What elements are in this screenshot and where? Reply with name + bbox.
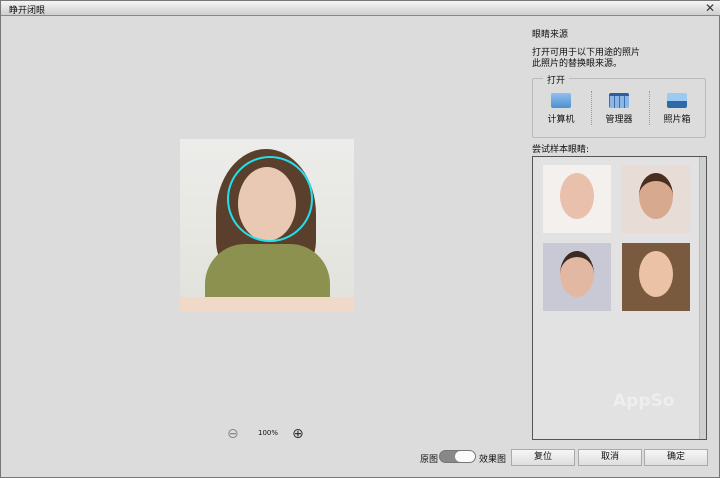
folder-icon	[551, 93, 571, 108]
scrollbar[interactable]	[699, 157, 706, 439]
effect-label: 效果图	[479, 455, 507, 465]
reset-button[interactable]: 复位	[511, 449, 575, 466]
open-organizer-button[interactable]: 管理器	[599, 93, 639, 125]
title-bar: 睁开闭眼 ✕	[1, 1, 720, 16]
close-icon[interactable]: ✕	[705, 1, 715, 15]
window-title: 睁开闭眼	[9, 6, 46, 16]
sample-eye-2[interactable]	[622, 165, 690, 233]
zoom-level: 100%	[258, 429, 279, 437]
option-label: 照片箱	[663, 115, 691, 125]
zoom-in-icon[interactable]: ⊕	[292, 426, 304, 442]
description-line-2: 此照片的替换眼来源。	[532, 59, 623, 69]
original-label: 原图	[420, 455, 439, 465]
face-selection-circle[interactable]	[227, 156, 313, 242]
open-group-label: 打开	[543, 73, 570, 86]
watermark: AppSo	[613, 391, 675, 411]
cancel-button[interactable]: 取消	[578, 449, 642, 466]
open-photo-box-button[interactable]: 照片箱	[657, 93, 697, 125]
open-computer-button[interactable]: 计算机	[541, 93, 581, 125]
samples-label: 尝试样本眼睛:	[532, 145, 590, 155]
sample-eye-3[interactable]	[543, 243, 611, 311]
ok-button[interactable]: 确定	[644, 449, 708, 466]
organizer-icon	[609, 93, 629, 108]
option-label: 计算机	[547, 115, 575, 125]
photo-box-icon	[667, 93, 687, 108]
open-group: 打开 计算机 管理器 照片箱	[532, 73, 706, 138]
eye-source-heading: 眼睛来源	[532, 30, 569, 40]
sample-eye-4[interactable]	[622, 243, 690, 311]
sample-eye-1[interactable]	[543, 165, 611, 233]
preview-image[interactable]	[180, 139, 354, 312]
option-label: 管理器	[605, 115, 633, 125]
before-after-toggle[interactable]	[439, 450, 476, 463]
zoom-out-icon[interactable]: ⊖	[227, 426, 239, 442]
